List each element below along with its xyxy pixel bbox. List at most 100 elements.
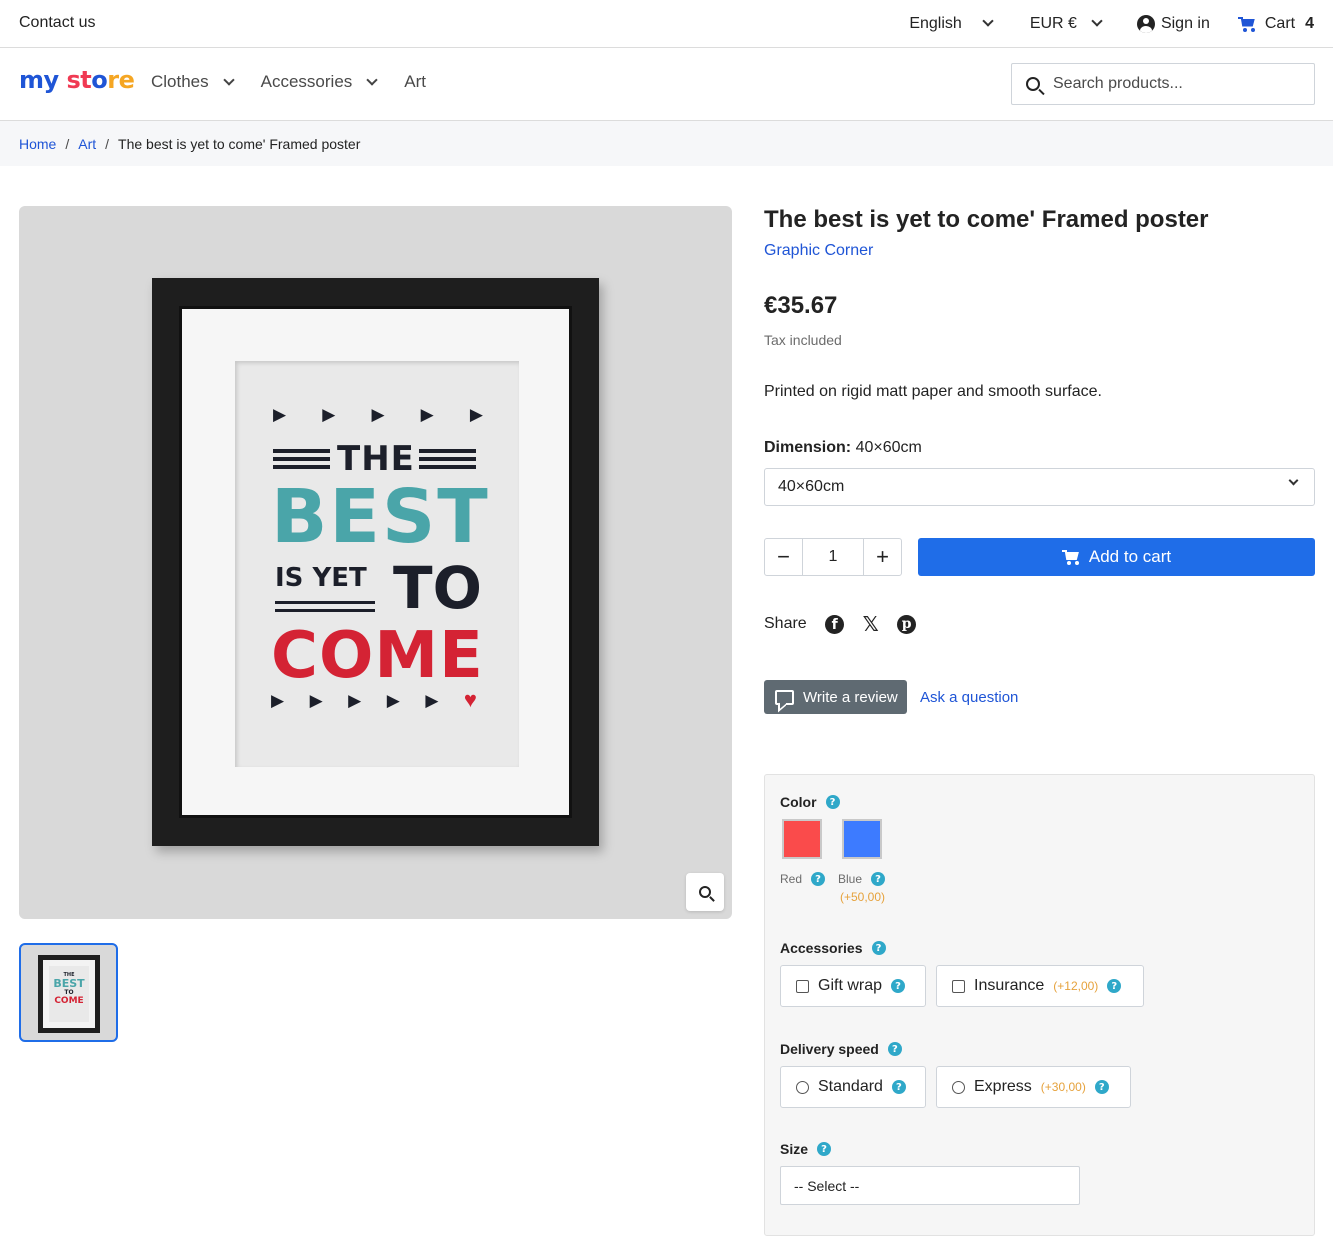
help-icon[interactable]: ? [817, 1142, 832, 1156]
comment-icon [775, 689, 794, 705]
dimension-select[interactable]: 40×60cm [764, 468, 1315, 506]
product-thumbnail[interactable]: THE BEST TO COME [19, 943, 118, 1042]
chevron-down-icon [982, 15, 994, 27]
share-pinterest-button[interactable]: p [897, 614, 917, 634]
language-selector[interactable]: English [909, 14, 994, 33]
product-main-image[interactable]: ▶ ▶ ▶ ▶ ▶ THE BEST IS YET TO COME ▶ ▶ ▶ … [19, 206, 732, 919]
product-price: €35.67 [764, 292, 838, 319]
cart-count-badge: 4 [1305, 14, 1314, 32]
ask-question-link[interactable]: Ask a question [920, 689, 1018, 706]
color-swatch-red[interactable] [782, 819, 822, 859]
tax-note: Tax included [764, 332, 842, 348]
quantity-stepper: − 1 + [764, 538, 902, 576]
language-label: English [909, 14, 962, 32]
thumbnail-artwork: THE BEST TO COME [49, 966, 89, 1022]
nav-item-art[interactable]: Art [404, 72, 426, 92]
store-logo[interactable]: my store [19, 66, 135, 94]
poster-text-is-yet: IS YET [275, 563, 367, 593]
help-icon[interactable]: ? [825, 795, 840, 809]
breadcrumb-separator: / [105, 135, 110, 152]
delivery-group-label: Delivery speed ? [780, 1041, 902, 1057]
help-icon[interactable]: ? [811, 872, 826, 886]
top-bar-right: English EUR € Sign in Cart 4 [909, 0, 1314, 47]
help-icon[interactable]: ? [887, 1042, 902, 1056]
color-swatch-blue[interactable] [842, 819, 882, 859]
quantity-input[interactable]: 1 [803, 539, 863, 575]
help-icon[interactable]: ? [891, 1080, 906, 1094]
delivery-express[interactable]: Express (+30,00) ? [936, 1066, 1131, 1108]
search-icon [1026, 77, 1040, 91]
help-icon[interactable]: ? [871, 872, 886, 886]
color-label-blue: Blue ? [838, 872, 886, 886]
quantity-increase-button[interactable]: + [863, 539, 901, 575]
main-nav: Clothes Accessories Art [151, 72, 454, 92]
help-icon[interactable]: ? [1107, 979, 1122, 993]
poster-arrows-bottom: ▶ ▶ ▶ ▶ ▶ ♥ [271, 687, 477, 712]
contact-us-link[interactable]: Contact us [19, 14, 95, 32]
poster-text-to: TO [393, 554, 482, 622]
cart-label: Cart [1264, 14, 1296, 32]
poster-text-best: BEST [271, 474, 490, 560]
add-to-cart-button[interactable]: Add to cart [918, 538, 1315, 576]
help-icon[interactable]: ? [891, 979, 906, 993]
breadcrumb-art[interactable]: Art [78, 136, 96, 152]
color-label-red: Red ? [780, 872, 826, 886]
chevron-down-icon [1288, 475, 1299, 486]
product-description: Printed on rigid matt paper and smooth s… [764, 383, 1102, 400]
insurance-checkbox[interactable] [952, 979, 965, 993]
zoom-button[interactable] [686, 873, 724, 911]
nav-item-accessories[interactable]: Accessories [261, 72, 378, 92]
poster-arrows-top: ▶ ▶ ▶ ▶ ▶ [273, 405, 483, 424]
accessory-insurance[interactable]: Insurance (+12,00) ? [936, 965, 1144, 1007]
delivery-standard[interactable]: Standard ? [780, 1066, 926, 1108]
cart-icon [1237, 16, 1256, 32]
accessory-gift-wrap[interactable]: Gift wrap ? [780, 965, 926, 1007]
accessories-group-label: Accessories ? [780, 940, 886, 956]
product-title: The best is yet to come' Framed poster [764, 206, 1209, 233]
share-label: Share [764, 615, 807, 632]
zoom-icon [699, 886, 711, 898]
size-group-label: Size ? [780, 1141, 832, 1157]
dimension-selected-value: 40×60cm [778, 478, 845, 495]
currency-selector[interactable]: EUR € [1029, 14, 1103, 33]
quantity-decrease-button[interactable]: − [765, 539, 803, 575]
poster-frame: ▶ ▶ ▶ ▶ ▶ THE BEST IS YET TO COME ▶ ▶ ▶ … [152, 278, 599, 846]
poster-text-the: THE [337, 439, 415, 479]
express-radio[interactable] [952, 1080, 965, 1094]
heart-icon: ♥ [463, 687, 477, 712]
gift-wrap-checkbox[interactable] [796, 979, 809, 993]
dimension-label: Dimension: 40×60cm [764, 439, 922, 456]
insurance-price: (+12,00) [1053, 979, 1099, 993]
top-bar: Contact us English EUR € Sign in Cart 4 [0, 0, 1333, 48]
breadcrumb-separator: / [65, 135, 70, 152]
search-input[interactable] [1053, 75, 1303, 93]
sign-in-label: Sign in [1160, 14, 1210, 32]
standard-radio[interactable] [796, 1080, 809, 1094]
user-icon [1136, 14, 1155, 33]
breadcrumb: Home / Art / The best is yet to come' Fr… [0, 121, 1333, 166]
product-options-panel: Color ? Red ? Blue ? (+50,00) Accessorie… [764, 774, 1315, 1236]
x-icon: 𝕏 [862, 612, 879, 636]
size-select[interactable]: -- Select -- [780, 1166, 1080, 1205]
share-section: Share f 𝕏 p [764, 614, 933, 634]
cart-link[interactable]: Cart 4 [1237, 14, 1314, 33]
breadcrumb-current: The best is yet to come' Framed poster [118, 135, 361, 152]
cart-icon [1061, 550, 1080, 565]
share-x-button[interactable]: 𝕏 [861, 614, 881, 634]
write-review-button[interactable]: Write a review [764, 680, 907, 714]
help-icon[interactable]: ? [1094, 1080, 1109, 1094]
help-icon[interactable]: ? [871, 941, 886, 955]
facebook-icon: f [825, 614, 845, 634]
main-header: my store Clothes Accessories Art [0, 48, 1333, 121]
pinterest-icon: p [897, 614, 917, 634]
nav-item-clothes[interactable]: Clothes [151, 72, 235, 92]
breadcrumb-home[interactable]: Home [19, 136, 56, 152]
sign-in-link[interactable]: Sign in [1136, 14, 1210, 33]
product-brand-link[interactable]: Graphic Corner [764, 242, 1315, 260]
color-group-label: Color ? [780, 794, 840, 810]
chevron-down-icon [222, 73, 235, 86]
chevron-down-icon [366, 73, 378, 86]
product-info: The best is yet to come' Framed poster G… [764, 206, 1315, 714]
currency-label: EUR € [1029, 14, 1077, 32]
share-facebook-button[interactable]: f [825, 614, 845, 634]
